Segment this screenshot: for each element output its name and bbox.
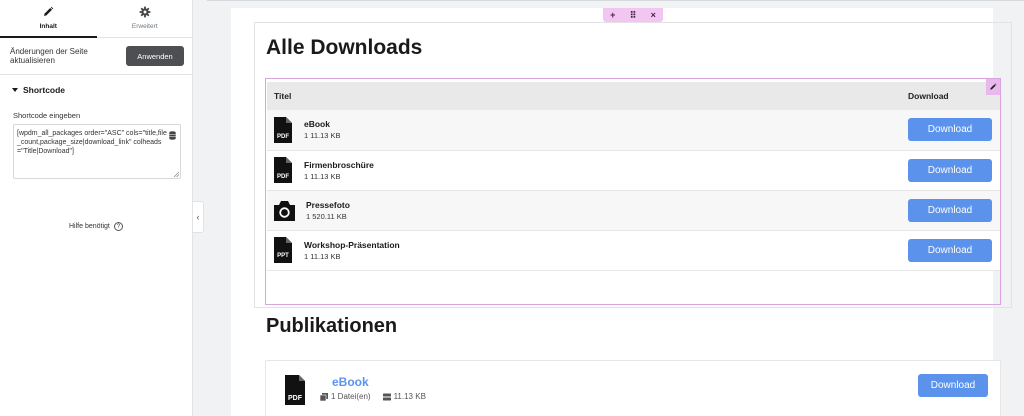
publications-heading: Publikationen (266, 315, 398, 337)
ppt-file-icon-label: PPT (277, 253, 289, 259)
edit-widget-button[interactable] (986, 79, 1000, 95)
file-meta: 1 11.13 KB (304, 171, 341, 181)
publication-file-count: 1 Datei(en) (331, 392, 371, 401)
database-icon[interactable] (169, 131, 176, 140)
pub-icon-label: PDF (288, 395, 303, 402)
table-header-row: Titel Download (267, 82, 1000, 110)
download-button[interactable]: Download (908, 158, 992, 182)
resize-handle-icon[interactable] (173, 171, 179, 177)
column-header-title: Titel (267, 82, 908, 110)
tab-inhalt-label: Inhalt (39, 23, 57, 30)
file-cell: PDF Firmenbroschüre 1 11.13 KB (267, 157, 908, 183)
chevron-left-icon: ‹ (196, 212, 200, 222)
preview-top-border (207, 0, 1024, 1)
file-count-group: 1 Datei(en) (320, 392, 371, 401)
publication-card: PDF eBook 1 Datei(en) 11.13 KB Download (265, 360, 1001, 416)
help-link[interactable]: Hilfe benötigt ? (69, 222, 123, 231)
page-canvas: + ⠿ × Alle Downloads Titel Download PDF … (231, 8, 1012, 416)
camera-icon (274, 201, 295, 221)
pdf-file-icon-label: PDF (277, 174, 289, 180)
tab-erweitert-label: Erweitert (131, 23, 158, 30)
file-meta: 1 11.13 KB (304, 251, 341, 261)
tab-inhalt[interactable]: Inhalt (0, 0, 97, 38)
publication-file-size: 11.13 KB (393, 392, 426, 401)
shortcode-value: [wpdm_all_packages order="ASC" cols="tit… (17, 130, 167, 155)
download-button[interactable]: Download (908, 198, 992, 222)
file-size-group: 11.13 KB (382, 392, 426, 401)
publication-download-button[interactable]: Download (918, 374, 988, 397)
collapse-panel-button[interactable]: ‹ (193, 201, 204, 233)
pdf-file-icon: PDF (274, 157, 292, 183)
apply-hint-text: Änderungen der Seite aktualisieren (10, 47, 88, 65)
file-title: Pressefoto (306, 199, 350, 210)
pdf-file-icon: PDF (274, 116, 292, 143)
drag-section-icon[interactable]: ⠿ (630, 10, 637, 21)
publication-meta: 1 Datei(en) 11.13 KB (320, 392, 438, 401)
shortcode-widget[interactable]: Titel Download PDF eBook 1 11.13 KB Down… (265, 78, 1001, 305)
table-row: PPT Workshop-Präsentation 1 11.13 KB Dow… (267, 230, 1000, 271)
table-row: PDF eBook 1 11.13 KB Download (267, 110, 1000, 151)
caret-down-icon (12, 88, 18, 92)
question-icon: ? (113, 222, 123, 231)
pencil-icon (990, 83, 997, 90)
pdf-file-icon: PDF (285, 375, 305, 405)
downloads-table: Titel Download PDF eBook 1 11.13 KB Down… (267, 82, 1000, 271)
add-section-icon[interactable]: + (610, 10, 615, 20)
help-link-label: Hilfe benötigt (69, 223, 110, 230)
download-button[interactable]: Download (908, 118, 992, 142)
file-cell: PDF eBook 1 11.13 KB (267, 116, 908, 143)
ppt-file-icon: PPT (274, 237, 292, 263)
apply-button[interactable]: Anwenden (126, 46, 184, 66)
files-icon (320, 392, 328, 401)
panel-divider (0, 74, 193, 75)
section-handle: + ⠿ × (603, 8, 663, 22)
file-title: Workshop-Präsentation (304, 239, 400, 250)
table-row: PDF Firmenbroschüre 1 11.13 KB Download (267, 150, 1000, 191)
shortcode-textarea[interactable]: [wpdm_all_packages order="ASC" cols="tit… (13, 124, 181, 179)
publication-title-link[interactable]: eBook (332, 375, 369, 389)
delete-section-icon[interactable]: × (651, 10, 656, 20)
table-row: Pressefoto 1 520.11 KB Download (267, 190, 1000, 231)
downloads-heading: Alle Downloads (266, 36, 423, 59)
file-cell: PPT Workshop-Präsentation 1 11.13 KB (267, 237, 908, 263)
panel-tabs: Inhalt Erweitert (0, 0, 193, 38)
editor-panel: Inhalt Erweitert Änderungen der Seite ak… (0, 0, 193, 416)
shortcode-field-label: Shortcode eingeben (13, 111, 81, 120)
pencil-icon (44, 6, 54, 16)
shortcode-section-toggle[interactable]: Shortcode (12, 85, 65, 95)
file-title: eBook (304, 119, 330, 130)
file-meta: 1 520.11 KB (306, 211, 347, 221)
pdf-file-icon-label: PDF (277, 134, 289, 140)
storage-icon (382, 393, 391, 400)
file-meta: 1 11.13 KB (304, 131, 341, 141)
gear-icon (139, 6, 151, 18)
page-preview: + ⠿ × Alle Downloads Titel Download PDF … (207, 0, 1024, 416)
shortcode-section-title: Shortcode (23, 85, 66, 95)
download-button[interactable]: Download (908, 238, 992, 262)
file-title: Firmenbroschüre (304, 159, 374, 170)
tab-erweitert[interactable]: Erweitert (97, 0, 194, 38)
file-cell: Pressefoto 1 520.11 KB (267, 197, 908, 223)
